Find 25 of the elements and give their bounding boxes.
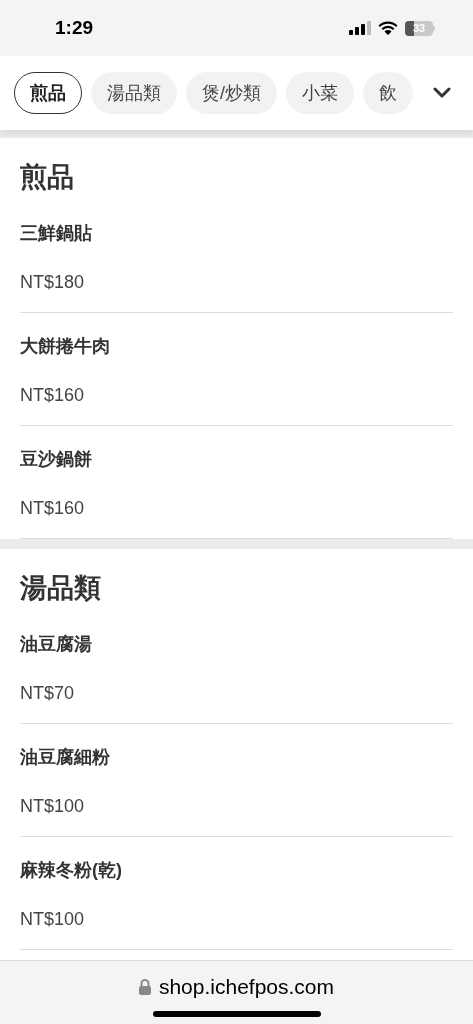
item-name[interactable]: 豆沙鍋餅 <box>20 448 453 470</box>
item-price: NT$100 <box>20 795 86 817</box>
chevron-down-icon[interactable] <box>433 87 451 99</box>
item-name[interactable]: 大餅捲牛肉 <box>20 335 453 357</box>
category-tab[interactable]: 煎品 <box>14 72 82 114</box>
wifi-icon <box>378 21 398 35</box>
item-name[interactable]: 麻辣冬粉(乾) <box>20 859 453 881</box>
item-price: NT$70 <box>20 682 76 704</box>
category-tab[interactable]: 飲 <box>363 72 413 114</box>
item-price: NT$180 <box>20 271 86 293</box>
signal-icon <box>349 21 371 35</box>
item-price: NT$100 <box>20 908 86 930</box>
section-heading: 煎品 <box>20 161 75 194</box>
item-name[interactable]: 三鮮鍋貼 <box>20 222 453 244</box>
category-tab[interactable]: 小菜 <box>286 72 354 114</box>
lock-icon <box>138 978 151 995</box>
url-text[interactable]: shop.ichefpos.com <box>158 971 335 1003</box>
section-heading: 湯品類 <box>20 572 102 605</box>
clock-time: 1:29 <box>55 15 94 40</box>
item-price: NT$160 <box>20 497 86 519</box>
category-tab[interactable]: 湯品類 <box>91 72 177 114</box>
item-name[interactable]: 油豆腐湯 <box>20 633 453 655</box>
item-price: NT$160 <box>20 384 86 406</box>
item-name[interactable]: 油豆腐細粉 <box>20 746 453 768</box>
category-tab[interactable]: 煲/炒類 <box>186 72 277 114</box>
